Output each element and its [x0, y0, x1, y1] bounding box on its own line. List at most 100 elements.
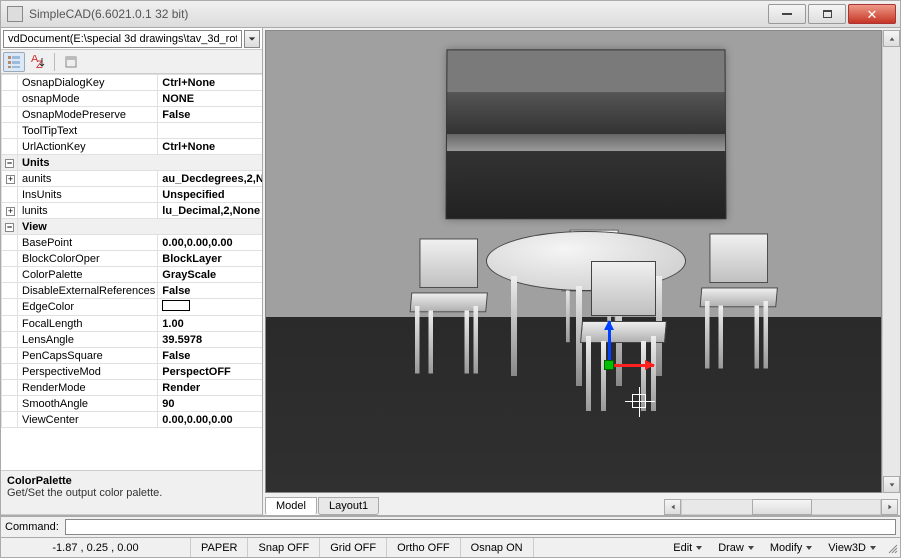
property-value[interactable]: 39.5978	[158, 332, 262, 348]
property-value[interactable]: 90	[158, 396, 262, 412]
property-value[interactable]: au_Decdegrees,2,None	[158, 171, 262, 187]
property-row[interactable]: InsUnitsUnspecified	[2, 187, 263, 203]
resize-grip-icon[interactable]	[884, 540, 900, 556]
collapse-icon[interactable]: −	[5, 223, 14, 232]
status-snap-toggle[interactable]: Snap OFF	[248, 538, 320, 557]
window-title: SimpleCAD(6.6021.0.1 32 bit)	[29, 7, 768, 21]
property-name: DisableExternalReferences	[18, 283, 158, 299]
command-input[interactable]	[65, 519, 896, 535]
property-row[interactable]: UrlActionKeyCtrl+None	[2, 139, 263, 155]
menu-edit[interactable]: Edit	[665, 542, 710, 554]
viewport-canvas[interactable]	[265, 30, 882, 493]
property-row[interactable]: LensAngle39.5978	[2, 332, 263, 348]
tab-model[interactable]: Model	[265, 497, 317, 515]
chair-right	[701, 234, 782, 369]
property-row[interactable]: ViewCenter0.00,0.00,0.00	[2, 412, 263, 428]
color-swatch[interactable]	[162, 300, 190, 311]
property-row[interactable]: FocalLength1.00	[2, 316, 263, 332]
category-name: View	[18, 219, 263, 235]
property-value[interactable]: False	[158, 348, 262, 364]
property-value[interactable]: Render	[158, 380, 262, 396]
property-value[interactable]: 0.00,0.00,0.00	[158, 412, 262, 428]
close-button[interactable]: ✕	[848, 4, 896, 24]
command-label: Command:	[5, 521, 59, 533]
property-row[interactable]: ToolTipText	[2, 123, 263, 139]
property-value[interactable]: False	[158, 107, 262, 123]
property-grid[interactable]: OsnapDialogKeyCtrl+NoneosnapModeNONEOsna…	[1, 74, 262, 471]
property-name: UrlActionKey	[18, 139, 158, 155]
status-osnap-toggle[interactable]: Osnap ON	[461, 538, 534, 557]
property-row[interactable]: +lunitslu_Decimal,2,None	[2, 203, 263, 219]
scroll-right-button[interactable]	[881, 499, 898, 515]
minimize-button[interactable]	[768, 4, 806, 24]
scroll-thumb[interactable]	[752, 499, 812, 515]
property-value[interactable]: BlockLayer	[158, 251, 262, 267]
property-value[interactable]	[158, 123, 262, 139]
property-row[interactable]: EdgeColor	[2, 299, 263, 316]
property-row[interactable]: BlockColorOperBlockLayer	[2, 251, 263, 267]
property-value[interactable]: Unspecified	[158, 187, 262, 203]
property-row[interactable]: +aunitsau_Decdegrees,2,None	[2, 171, 263, 187]
property-row[interactable]: OsnapDialogKeyCtrl+None	[2, 75, 263, 91]
property-value[interactable]: False	[158, 283, 262, 299]
status-bar: -1.87 , 0.25 , 0.00 PAPER Snap OFF Grid …	[0, 538, 901, 558]
property-description: ColorPalette Get/Set the output color pa…	[1, 471, 262, 515]
property-name: RenderMode	[18, 380, 158, 396]
property-name: OsnapModePreserve	[18, 107, 158, 123]
titlebar[interactable]: SimpleCAD(6.6021.0.1 32 bit) ✕	[0, 0, 901, 28]
vertical-scrollbar[interactable]	[882, 30, 900, 493]
property-value[interactable]: PerspectOFF	[158, 364, 262, 380]
property-value[interactable]: 0.00,0.00,0.00	[158, 235, 262, 251]
horizontal-scrollbar[interactable]	[380, 499, 900, 515]
property-row[interactable]: OsnapModePreserveFalse	[2, 107, 263, 123]
property-value[interactable]	[158, 299, 262, 316]
property-name: InsUnits	[18, 187, 158, 203]
menu-draw[interactable]: Draw	[710, 542, 762, 554]
property-row[interactable]: BasePoint0.00,0.00,0.00	[2, 235, 263, 251]
expand-icon[interactable]: +	[6, 207, 15, 216]
maximize-button[interactable]	[808, 4, 846, 24]
alphabetical-view-button[interactable]: AZ	[27, 52, 49, 72]
property-category[interactable]: −Units	[2, 155, 263, 171]
status-ortho-toggle[interactable]: Ortho OFF	[387, 538, 461, 557]
property-row[interactable]: PenCapsSquareFalse	[2, 348, 263, 364]
property-row[interactable]: DisableExternalReferencesFalse	[2, 283, 263, 299]
property-value[interactable]: NONE	[158, 91, 262, 107]
document-dropdown-button[interactable]	[244, 30, 260, 48]
status-paper-toggle[interactable]: PAPER	[191, 538, 248, 557]
category-name: Units	[18, 155, 263, 171]
property-name: PerspectiveMod	[18, 364, 158, 380]
property-category[interactable]: −View	[2, 219, 263, 235]
property-name: PenCapsSquare	[18, 348, 158, 364]
property-pages-button[interactable]	[60, 52, 82, 72]
property-value[interactable]: 1.00	[158, 316, 262, 332]
property-name: FocalLength	[18, 316, 158, 332]
document-selector[interactable]	[3, 30, 242, 48]
property-row[interactable]: SmoothAngle90	[2, 396, 263, 412]
status-grid-toggle[interactable]: Grid OFF	[320, 538, 387, 557]
scroll-up-button[interactable]	[883, 30, 900, 47]
property-value[interactable]: Ctrl+None	[158, 75, 262, 91]
scroll-down-button[interactable]	[883, 476, 900, 493]
scroll-left-button[interactable]	[664, 499, 681, 515]
expand-icon[interactable]: +	[6, 175, 15, 184]
menu-view3d[interactable]: View3D	[820, 542, 884, 554]
property-value[interactable]: GrayScale	[158, 267, 262, 283]
property-row[interactable]: ColorPaletteGrayScale	[2, 267, 263, 283]
property-value[interactable]: lu_Decimal,2,None	[158, 203, 262, 219]
property-row[interactable]: osnapModeNONE	[2, 91, 263, 107]
property-name: ToolTipText	[18, 123, 158, 139]
tab-layout1[interactable]: Layout1	[318, 497, 379, 515]
property-name: ViewCenter	[18, 412, 158, 428]
property-row[interactable]: RenderModeRender	[2, 380, 263, 396]
property-row[interactable]: PerspectiveModPerspectOFF	[2, 364, 263, 380]
property-toolbar: AZ	[1, 50, 262, 74]
collapse-icon[interactable]: −	[5, 159, 14, 168]
scroll-track[interactable]	[883, 47, 900, 476]
property-name: OsnapDialogKey	[18, 75, 158, 91]
categorized-view-button[interactable]	[3, 52, 25, 72]
menu-modify[interactable]: Modify	[762, 542, 820, 554]
property-value[interactable]: Ctrl+None	[158, 139, 262, 155]
property-name: EdgeColor	[18, 299, 158, 316]
app-icon	[7, 6, 23, 22]
